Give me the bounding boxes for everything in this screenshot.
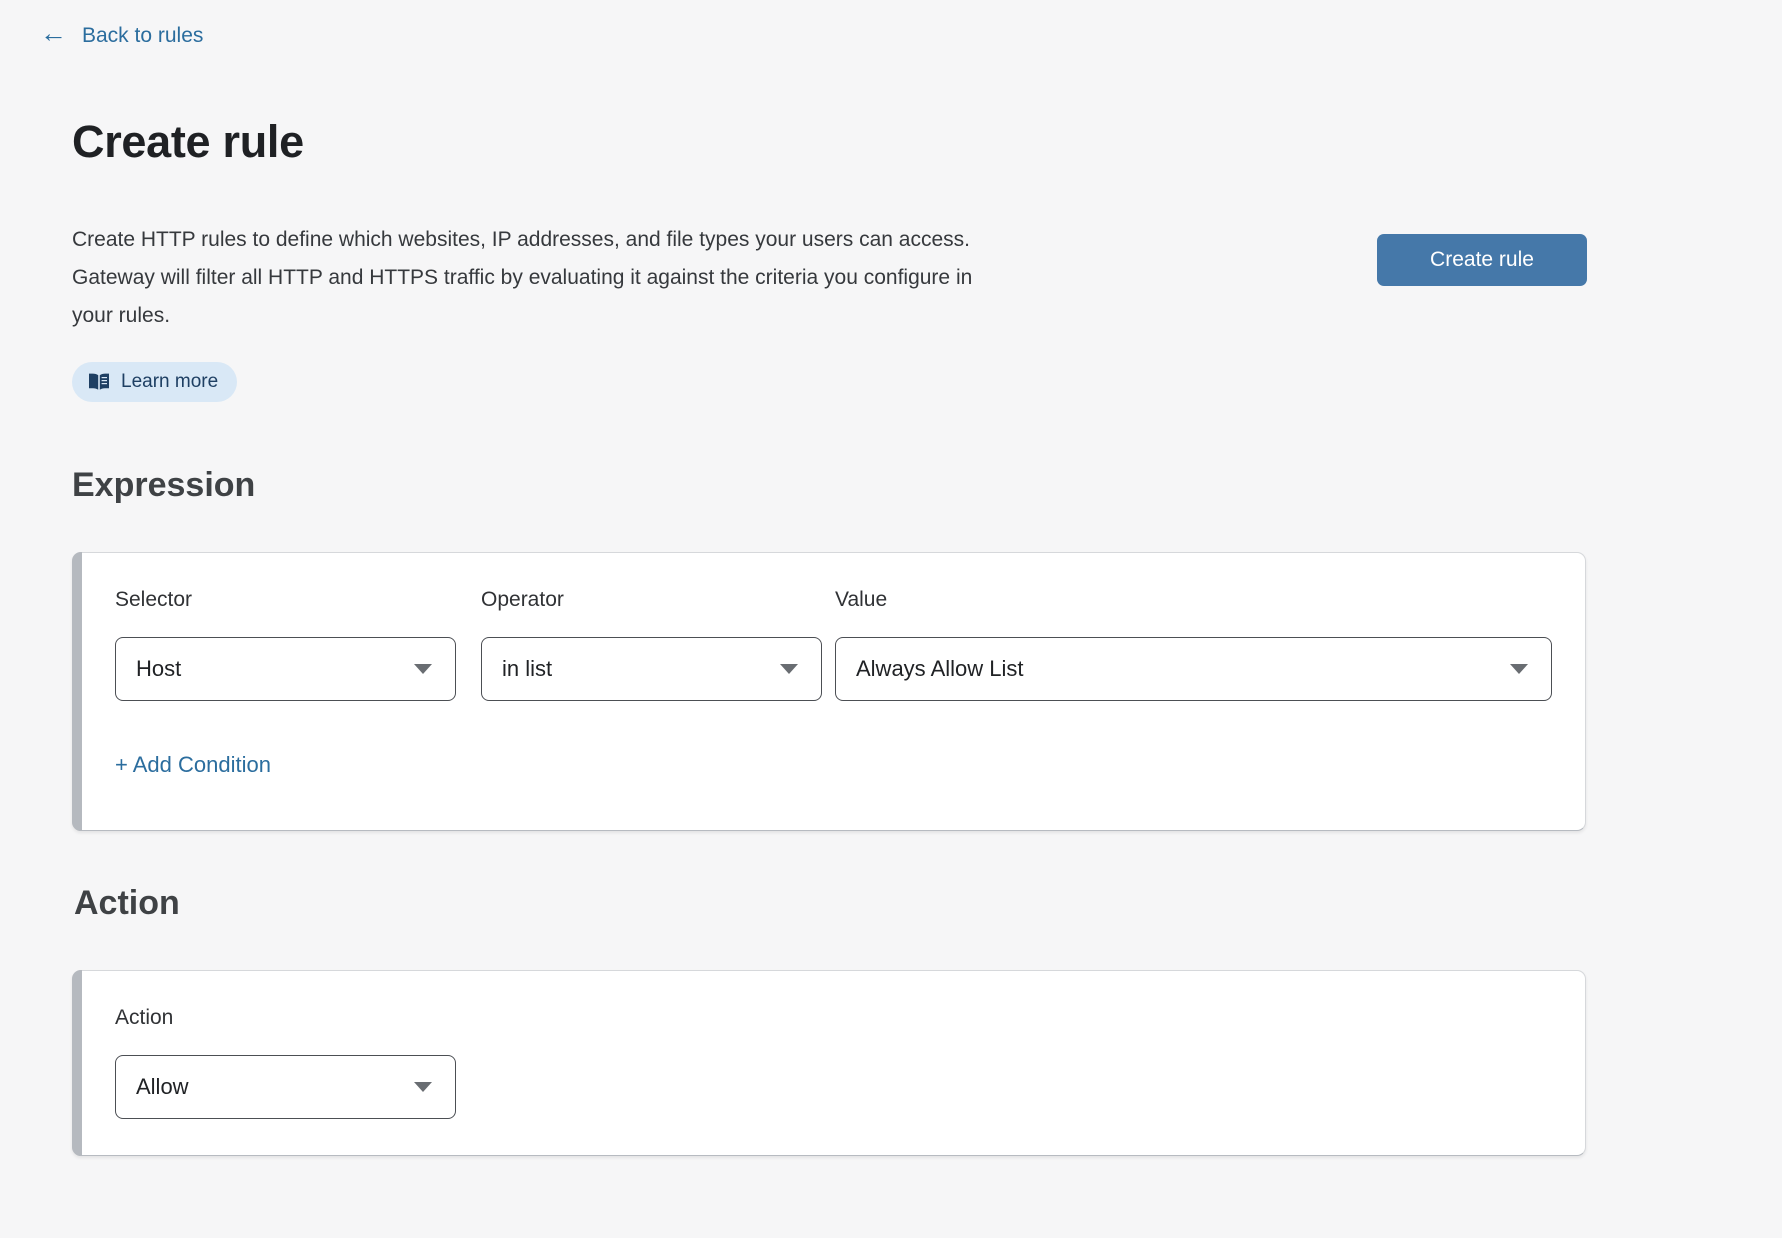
page-title: Create rule <box>72 116 304 168</box>
selector-dropdown[interactable]: Host <box>115 637 456 701</box>
operator-label: Operator <box>481 586 822 614</box>
selector-selected-value: Host <box>136 656 181 682</box>
action-selected-value: Allow <box>136 1074 189 1100</box>
description-line: Gateway will filter all HTTP and HTTPS t… <box>72 259 972 297</box>
book-icon <box>88 373 110 391</box>
chevron-down-icon <box>780 664 798 674</box>
selector-label: Selector <box>115 586 456 614</box>
page-description: Create HTTP rules to define which websit… <box>72 221 972 335</box>
action-field-group: Action Allow <box>115 1004 456 1119</box>
chevron-down-icon <box>414 664 432 674</box>
arrow-left-icon: ← <box>40 20 67 47</box>
operator-field-group: Operator in list <box>481 586 822 701</box>
action-heading: Action <box>74 884 180 923</box>
chevron-down-icon <box>1510 664 1528 674</box>
value-dropdown[interactable]: Always Allow List <box>835 637 1552 701</box>
add-condition-link[interactable]: + Add Condition <box>115 752 271 778</box>
operator-dropdown[interactable]: in list <box>481 637 822 701</box>
chevron-down-icon <box>414 1082 432 1092</box>
action-dropdown[interactable]: Allow <box>115 1055 456 1119</box>
operator-selected-value: in list <box>502 656 552 682</box>
create-rule-button[interactable]: Create rule <box>1377 234 1587 286</box>
action-label: Action <box>115 1004 456 1032</box>
value-label: Value <box>835 586 1552 614</box>
expression-card: Selector Host Operator in list Value Alw… <box>72 552 1586 831</box>
back-to-rules-link[interactable]: ← Back to rules <box>40 22 203 49</box>
description-line: Create HTTP rules to define which websit… <box>72 221 972 259</box>
action-card: Action Allow <box>72 970 1586 1156</box>
card-accent-bar <box>72 970 82 1156</box>
selector-field-group: Selector Host <box>115 586 456 701</box>
value-selected-value: Always Allow List <box>856 656 1024 682</box>
expression-heading: Expression <box>72 466 255 505</box>
value-field-group: Value Always Allow List <box>835 586 1552 701</box>
card-accent-bar <box>72 552 82 831</box>
create-rule-page: ← Back to rules Create rule Create HTTP … <box>0 0 1782 1238</box>
back-link-label: Back to rules <box>82 24 203 48</box>
description-line: your rules. <box>72 297 972 335</box>
learn-more-badge[interactable]: Learn more <box>72 362 237 402</box>
learn-more-label: Learn more <box>121 371 218 393</box>
